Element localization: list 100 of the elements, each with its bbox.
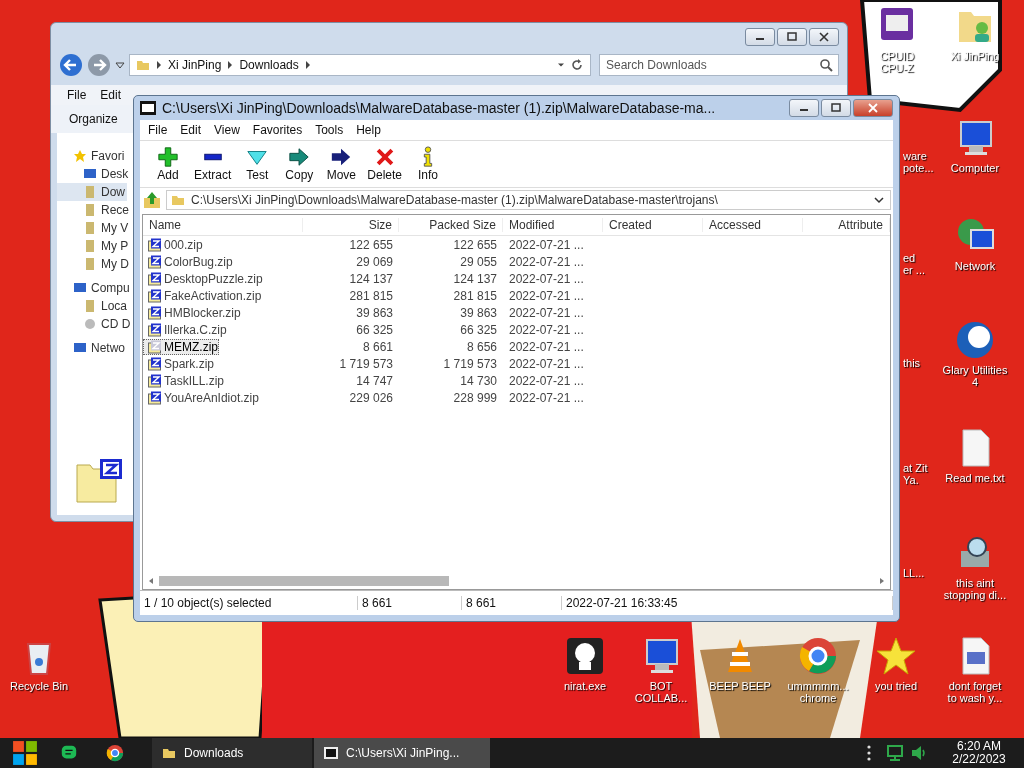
toolbar-button[interactable]: Info [408, 146, 449, 182]
icon-label[interactable]: ware pote... [903, 150, 934, 174]
network-icon[interactable] [886, 745, 904, 761]
column-header[interactable]: Created [603, 218, 703, 232]
minimize-button[interactable] [745, 28, 775, 46]
icon-label[interactable]: nirat.exe [563, 680, 607, 692]
forward-button[interactable] [87, 53, 111, 77]
maximize-button[interactable] [777, 28, 807, 46]
chevron-icon[interactable] [304, 61, 311, 69]
icon-label[interactable]: this aint stopping di... [943, 577, 1007, 601]
crescent-icon[interactable] [955, 320, 995, 360]
table-cell-text: 29 069 [355, 254, 394, 269]
menu-item[interactable]: File [148, 123, 168, 137]
column-header[interactable]: Name [143, 218, 303, 232]
zip-file-icon [148, 356, 162, 371]
file-name-cell[interactable]: TaskILL.zip [143, 372, 226, 389]
menu-item[interactable]: Favorites [252, 123, 303, 137]
scroll-right-icon[interactable] [878, 577, 886, 585]
file-name-cell[interactable]: Spark.zip [143, 355, 216, 372]
sidebar-item[interactable]: Desk [57, 165, 131, 183]
file-name-cell[interactable]: FakeActivation.zip [143, 287, 263, 304]
menu-item[interactable]: Help [356, 123, 381, 137]
icon-label[interactable]: at Zit Ya. [903, 462, 928, 486]
icon-label[interactable]: LL... [903, 567, 925, 579]
toolbar-button[interactable]: Copy [279, 146, 320, 182]
start-button[interactable] [12, 740, 38, 766]
search-icon[interactable] [819, 58, 833, 72]
sidebar-item[interactable]: My D [57, 255, 131, 273]
back-button[interactable] [59, 53, 83, 77]
taskbar-button[interactable]: C:\Users\Xi JinPing... [314, 738, 490, 768]
icon-label[interactable]: Recycle Bin [9, 680, 69, 692]
status-text: 8 661 [462, 596, 562, 610]
refresh-icon[interactable] [570, 58, 584, 72]
icon-label[interactable]: Computer [950, 162, 1000, 174]
column-header[interactable]: Attribute [803, 218, 890, 232]
file-name-cell[interactable]: Illerka.C.zip [143, 321, 228, 338]
sidebar-item[interactable]: Dow [57, 183, 127, 201]
close-icon [819, 32, 829, 42]
column-header[interactable]: Accessed [703, 218, 803, 232]
toolbar-button[interactable]: Delete [363, 146, 407, 182]
column-header[interactable]: Size [303, 218, 399, 232]
file-name-cell[interactable]: ColorBug.zip [143, 253, 234, 270]
clock-date[interactable]: 2/22/2023 [952, 753, 1006, 766]
icon-label[interactable]: Glary Utilities 4 [942, 364, 1008, 388]
file-name-cell[interactable]: 000.zip [143, 236, 204, 253]
icon-label[interactable]: CPUID CPU-Z [879, 50, 915, 74]
toolbar-button[interactable]: Test [237, 146, 278, 182]
icon-label[interactable]: this [903, 357, 921, 369]
sidebar-item[interactable]: Loca [57, 297, 130, 315]
star-icon[interactable] [876, 636, 916, 676]
icon-label[interactable]: BOT COLLAB... [634, 680, 688, 704]
maximize-button[interactable] [821, 99, 851, 117]
sidebar-item[interactable]: Rece [57, 201, 131, 219]
toolbar-button[interactable]: Extract [190, 146, 236, 182]
scroll-left-icon[interactable] [147, 577, 155, 585]
minimize-button[interactable] [789, 99, 819, 117]
sidebar-item[interactable]: Netwo [57, 339, 127, 357]
menu-item[interactable]: Tools [315, 123, 344, 137]
toolbar-button[interactable]: Add [148, 146, 188, 182]
file-name-cell[interactable]: MEMZ.zip [143, 338, 219, 355]
sidebar-item[interactable]: My P [57, 237, 131, 255]
sidebar-item[interactable]: CD D [57, 315, 133, 333]
address-bar[interactable]: Xi JinPing Downloads [129, 54, 591, 76]
file-name-cell[interactable]: HMBlocker.zip [143, 304, 242, 321]
icon-label[interactable]: ed er ... [903, 252, 925, 276]
browser-icon[interactable] [106, 744, 124, 762]
breadcrumb-item[interactable]: Downloads [239, 58, 299, 72]
close-button[interactable] [809, 28, 839, 46]
menu-item[interactable]: Edit [100, 88, 122, 102]
chevron-icon[interactable] [156, 61, 162, 69]
toolbar-button[interactable]: Move [321, 146, 362, 182]
menu-item[interactable]: File [67, 88, 87, 102]
taskbar-button[interactable]: Downloads [152, 738, 312, 768]
sidebar-item[interactable]: Favori [57, 147, 127, 165]
up-folder-icon[interactable] [142, 190, 162, 210]
sidebar-item[interactable]: Compu [57, 279, 132, 297]
table-cell-text: 124 137 [348, 271, 394, 286]
search-field[interactable]: Search Downloads [599, 54, 839, 76]
toolbar-button[interactable]: Organize [69, 112, 118, 126]
icon-label[interactable]: Read me.txt [945, 472, 1005, 484]
menu-item[interactable]: Edit [180, 123, 202, 137]
clock-time[interactable]: 6:20 AM [957, 740, 1001, 753]
dropdown-icon[interactable] [558, 61, 564, 69]
breadcrumb-item[interactable]: Xi JinPing [168, 58, 222, 72]
file-name-cell[interactable]: DesktopPuzzle.zip [143, 270, 264, 287]
chevron-icon[interactable] [227, 61, 234, 69]
icon-label[interactable]: dont forget to wash y... [947, 680, 1003, 704]
path-field[interactable]: C:\Users\Xi JinPing\Downloads\MalwareDatabase-master (1).zip\MalwareDatabase-master\trojans\ [166, 190, 891, 210]
icon-label[interactable]: Network [954, 260, 996, 272]
skull-icon[interactable] [565, 636, 605, 676]
column-header[interactable]: Packed Size [399, 218, 503, 232]
overflow-icon[interactable] [866, 744, 872, 762]
table-cell-text: 2022-07-21 ... [508, 288, 585, 303]
icon-label[interactable]: you tried [874, 680, 918, 692]
column-header[interactable]: Modified [503, 218, 603, 232]
volume-icon[interactable] [910, 745, 928, 761]
menu-item[interactable]: View [214, 123, 240, 137]
file-name-cell[interactable]: YouAreAnIdiot.zip [143, 389, 260, 406]
sidebar-item[interactable]: My V [57, 219, 131, 237]
caret-icon[interactable] [115, 60, 125, 70]
